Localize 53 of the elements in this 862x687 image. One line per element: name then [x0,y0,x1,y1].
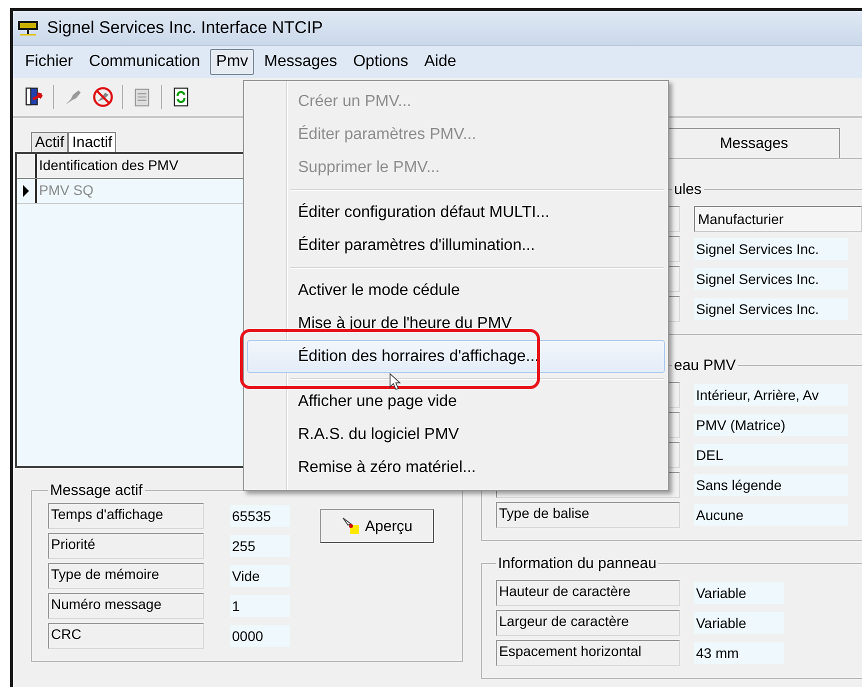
field-value: 255 [230,535,290,557]
sign-icon [17,20,39,36]
tab[interactable]: Actif [31,132,68,152]
preview-button[interactable]: Aperçu [320,509,434,543]
no-connection-icon[interactable] [92,86,114,108]
input-field[interactable]: Manufacturier [694,206,862,232]
field-value: Variable [694,582,784,604]
menu-item[interactable]: Messages [258,49,344,75]
field-value: Vide [230,565,290,587]
menu-item[interactable]: Aide [418,49,462,75]
tab[interactable]: Inactif [68,132,116,152]
menu-item[interactable]: Communication [83,49,206,75]
field-label: Type de mémoire [48,563,204,589]
door-exit-icon[interactable] [23,86,45,108]
group-title: eau PMV [673,357,737,374]
field-value: Signel Services Inc. [694,268,848,290]
pointer-icon [341,516,361,536]
field-value: 1 [230,595,290,617]
group-title: ules [673,181,703,198]
field-value: Signel Services Inc. [694,298,848,320]
menu-item[interactable]: Remise à zéro matériel... [247,451,665,484]
field-value: PMV (Matrice) [694,414,848,436]
menu-item[interactable]: R.A.S. du logiciel PMV [247,418,665,451]
window-title: Signel Services Inc. Interface NTCIP [47,18,323,38]
field-value: 43 mm [694,642,784,664]
field-value: DEL [694,444,848,466]
field-value: Sans légende [694,474,848,496]
field-value: Aucune [694,504,848,526]
field-label: Hauteur de caractère [496,580,680,606]
field-value: 65535 [230,505,290,527]
field-value: Variable [694,612,784,634]
menu-item[interactable]: Activer le mode cédule [247,274,665,307]
menu-item[interactable]: Afficher une page vide [247,385,665,418]
field-label: Espacement horizontal [496,640,680,666]
group-title: Information du panneau [497,555,658,572]
field-label: Largeur de caractère [496,610,680,636]
menu-item[interactable]: Options [347,49,414,75]
tab[interactable]: Messages [668,128,840,158]
field-label: CRC [48,623,204,649]
menu-item[interactable]: Édition des horraires d'affichage... [247,340,665,373]
menu-item[interactable]: Mise à jour de l'heure du PMV [247,307,665,340]
field-label: Priorité [48,533,204,559]
menu-item[interactable]: Pmv [210,49,254,75]
menu-item[interactable]: Fichier [19,49,80,75]
group-title: Message actif [49,482,144,499]
field-label: Temps d'affichage [48,503,204,529]
field-value: Intérieur, Arrière, Av [694,384,848,406]
field-value: 0000 [230,625,290,647]
menu-item[interactable]: Éditer configuration défaut MULTI... [247,196,665,229]
field-label: Type de balise [496,502,680,528]
field-label: Numéro message [48,593,204,619]
field-value: Signel Services Inc. [694,238,848,260]
menu-item[interactable]: Éditer paramètres d'illumination... [247,229,665,262]
